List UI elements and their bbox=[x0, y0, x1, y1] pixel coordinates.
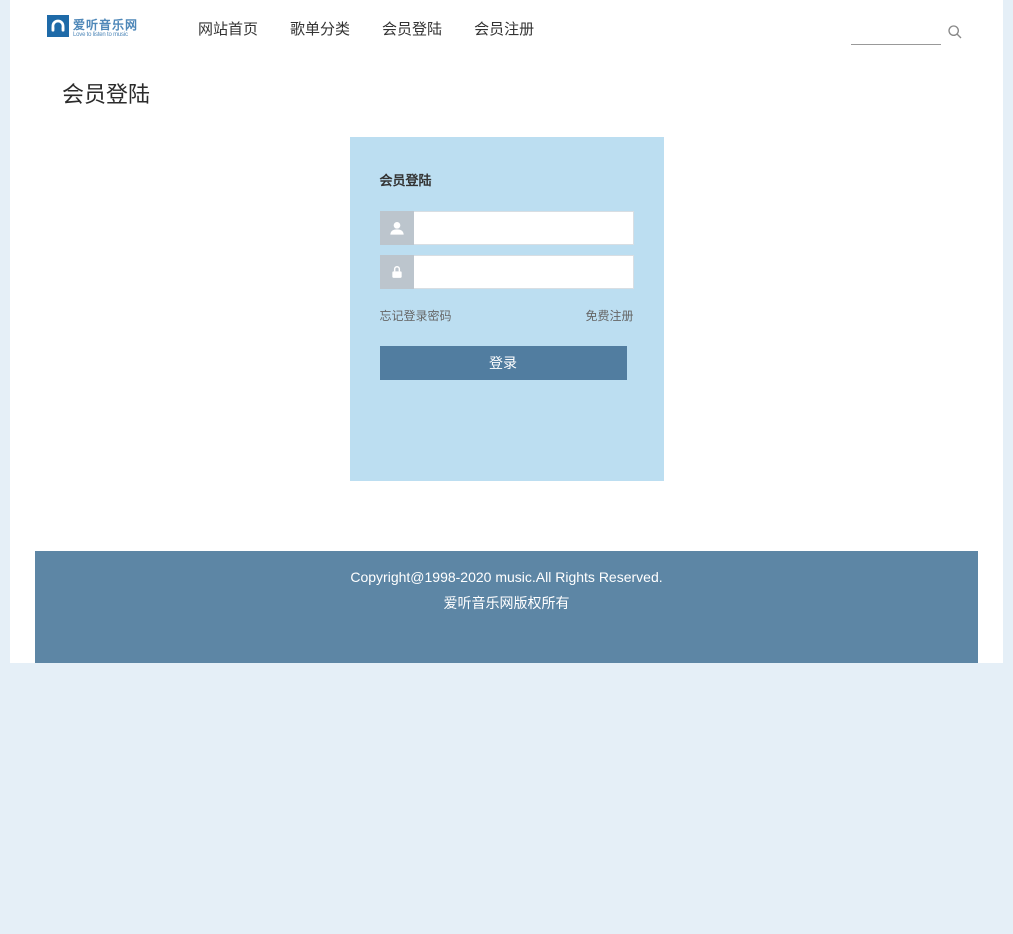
header: 爱听音乐网 Love to listen to music 网站首页 歌单分类 … bbox=[10, 0, 1003, 57]
search-icon[interactable] bbox=[947, 24, 963, 45]
nav-login[interactable]: 会员登陆 bbox=[382, 18, 442, 39]
page-title: 会员登陆 bbox=[62, 77, 1003, 109]
login-button[interactable]: 登录 bbox=[380, 346, 627, 380]
card-title: 会员登陆 bbox=[380, 170, 634, 189]
main-nav: 网站首页 歌单分类 会员登陆 会员注册 bbox=[198, 18, 534, 39]
search-input[interactable] bbox=[851, 25, 941, 45]
nav-register[interactable]: 会员注册 bbox=[474, 18, 534, 39]
login-card: 会员登陆 忘记登录密码 免费注册 登录 bbox=[350, 137, 664, 481]
lock-icon bbox=[380, 255, 414, 289]
search-area bbox=[851, 24, 963, 45]
user-icon bbox=[380, 211, 414, 245]
password-input[interactable] bbox=[414, 255, 634, 289]
site-logo[interactable]: 爱听音乐网 Love to listen to music bbox=[47, 15, 138, 42]
links-row: 忘记登录密码 免费注册 bbox=[380, 307, 634, 324]
username-input[interactable] bbox=[414, 211, 634, 245]
footer: Copyright@1998-2020 music.All Rights Res… bbox=[35, 551, 978, 663]
logo-en-text: Love to listen to music bbox=[73, 32, 138, 38]
footer-rights: 爱听音乐网版权所有 bbox=[35, 593, 978, 613]
nav-category[interactable]: 歌单分类 bbox=[290, 18, 350, 39]
free-register-link[interactable]: 免费注册 bbox=[585, 307, 633, 324]
username-row bbox=[380, 211, 634, 245]
nav-home[interactable]: 网站首页 bbox=[198, 18, 258, 39]
password-row bbox=[380, 255, 634, 289]
footer-copyright: Copyright@1998-2020 music.All Rights Res… bbox=[35, 569, 978, 585]
headphones-icon bbox=[47, 15, 69, 42]
forgot-password-link[interactable]: 忘记登录密码 bbox=[380, 307, 452, 324]
logo-cn-text: 爱听音乐网 bbox=[73, 19, 138, 31]
